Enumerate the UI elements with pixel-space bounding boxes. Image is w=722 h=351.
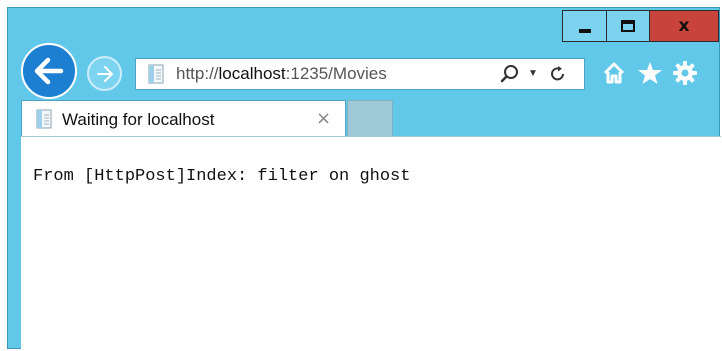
close-button[interactable]: x xyxy=(649,10,719,42)
back-arrow-icon xyxy=(34,57,64,85)
page-content: From [HttpPost]Index: filter on ghost xyxy=(21,136,721,349)
favorites-star-icon[interactable] xyxy=(637,61,663,85)
url-host: localhost xyxy=(218,64,286,83)
url-scheme: http:// xyxy=(176,64,219,83)
refresh-icon[interactable] xyxy=(549,65,567,83)
chevron-down-icon[interactable]: ▼ xyxy=(528,68,538,79)
page-icon xyxy=(148,64,164,84)
home-icon[interactable] xyxy=(602,61,626,85)
tab-waiting-for-localhost[interactable]: Waiting for localhost × xyxy=(21,100,346,137)
close-icon: x xyxy=(678,16,690,36)
forward-arrow-icon xyxy=(96,65,113,82)
page-body-text: From [HttpPost]Index: filter on ghost xyxy=(33,167,411,186)
url-path: :1235/Movies xyxy=(285,64,387,83)
tab-title: Waiting for localhost xyxy=(62,110,215,129)
minimize-button[interactable] xyxy=(562,10,606,42)
back-button[interactable] xyxy=(21,43,77,99)
url-text[interactable]: http://localhost:1235/Movies xyxy=(176,64,387,84)
settings-gear-icon[interactable] xyxy=(673,61,697,85)
maximize-icon xyxy=(621,20,635,32)
forward-button[interactable] xyxy=(87,56,122,91)
tab-close-icon[interactable]: × xyxy=(316,108,331,129)
new-tab-button[interactable] xyxy=(347,100,393,136)
search-icon[interactable] xyxy=(500,64,520,84)
minimize-icon xyxy=(578,29,591,33)
address-bar[interactable]: http://localhost:1235/Movies ▼ xyxy=(135,58,585,90)
browser-window: x http://localhost:1235/Movies ▼ Waiting… xyxy=(7,7,721,349)
tab-page-icon xyxy=(36,109,52,129)
maximize-button[interactable] xyxy=(606,10,649,42)
